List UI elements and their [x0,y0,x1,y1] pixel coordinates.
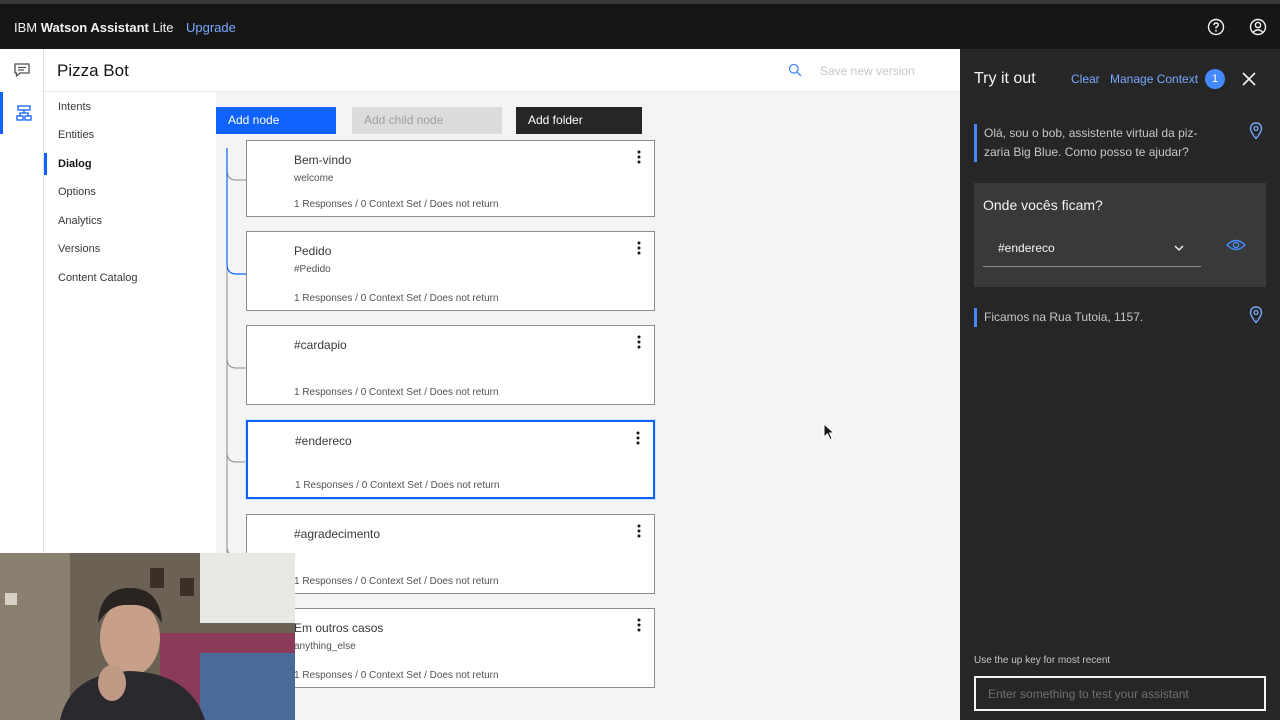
clear-button[interactable]: Clear [1071,72,1100,86]
try-it-out-panel: Try it out Clear Manage Context 1 Olá, s… [960,49,1280,720]
node-title: #cardapio [294,338,347,352]
node-summary: 1 Responses / 0 Context Set / Does not r… [294,387,499,398]
test-assistant-input[interactable] [974,676,1266,711]
page-title: Pizza Bot [57,61,129,80]
chat-icon [14,63,30,78]
close-icon[interactable] [1241,71,1257,87]
nav-item-options[interactable]: Options [44,181,216,203]
node-title: Bem-vindo [294,153,352,167]
dialog-node-pedido[interactable]: Pedido #Pedido 1 Responses / 0 Context S… [246,231,655,311]
nav-item-analytics[interactable]: Analytics [44,210,216,232]
intent-dropdown[interactable]: #endereco [983,234,1201,267]
node-summary: 1 Responses / 0 Context Set / Does not r… [295,480,500,491]
nav-item-intents[interactable]: Intents [44,96,216,118]
user-message: Onde vocês ficam? [983,197,1103,213]
mouse-cursor-icon [823,423,835,441]
node-condition: #Pedido [294,264,331,275]
webcam-overlay [0,553,295,720]
context-count-badge: 1 [1205,69,1225,89]
bot-message: Ficamos na Rua Tutoia, 1157. [974,308,1219,327]
input-hint: Use the up key for most recent [974,655,1111,666]
dialog-node-agradecimento[interactable]: #agradecimento 1 Responses / 0 Context S… [246,514,655,594]
node-condition: welcome [294,173,334,184]
overflow-menu-icon[interactable] [634,523,644,539]
node-summary: 1 Responses / 0 Context Set / Does not r… [294,199,499,210]
dialog-node-endereco[interactable]: #endereco 1 Responses / 0 Context Set / … [246,420,655,499]
webcam-image [0,553,295,720]
dialog-node-bem-vindo[interactable]: Bem-vindo welcome 1 Responses / 0 Contex… [246,140,655,217]
node-title: Pedido [294,244,332,258]
detected-intent: #endereco [998,241,1055,255]
dialog-node-em-outros-casos[interactable]: Em outros casos anything_else 1 Response… [246,608,655,688]
node-title: Em outros casos [294,621,384,635]
page-header: Pizza Bot Save new version [44,49,960,92]
overflow-menu-icon[interactable] [633,430,643,446]
overflow-menu-icon[interactable] [634,240,644,256]
add-child-node-button[interactable]: Add child node [352,107,502,134]
help-icon[interactable] [1207,18,1225,36]
node-summary: 1 Responses / 0 Context Set / Does not r… [294,293,499,304]
add-folder-button[interactable]: Add folder [516,107,642,134]
location-pin-icon[interactable] [1248,306,1264,324]
nav-item-entities[interactable]: Entities [44,124,216,146]
search-icon[interactable] [788,63,802,77]
node-title: #agradecimento [294,527,381,541]
top-bar: IBM Watson Assistant Lite Upgrade [0,0,1280,49]
nav-item-versions[interactable]: Versions [44,238,216,260]
rail-dialog-button[interactable] [0,92,44,134]
brand-plan: Lite [152,20,174,35]
node-summary: 1 Responses / 0 Context Set / Does not r… [294,576,499,587]
try-it-out-title: Try it out [974,70,1036,87]
user-profile-icon[interactable] [1249,18,1267,36]
overflow-menu-icon[interactable] [634,617,644,633]
nav-item-content-catalog[interactable]: Content Catalog [44,267,216,289]
dialog-node-cardapio[interactable]: #cardapio 1 Responses / 0 Context Set / … [246,325,655,405]
user-message-card: Onde vocês ficam? #endereco [974,183,1266,287]
product-name: IBM Watson Assistant Lite [14,20,173,35]
dialog-tree-icon [15,105,32,121]
node-title: #endereco [295,434,352,448]
manage-context-button[interactable]: Manage Context [1110,72,1198,86]
add-node-button[interactable]: Add node [216,107,336,134]
nav-item-dialog[interactable]: Dialog [44,153,216,175]
chevron-down-icon [1174,245,1184,251]
node-summary: 1 Responses / 0 Context Set / Does not r… [294,670,499,681]
brand-prefix: IBM [14,20,38,35]
location-pin-icon[interactable] [1248,122,1264,140]
node-condition: anything_else [294,641,356,652]
overflow-menu-icon[interactable] [634,149,644,165]
bot-message: Olá, sou o bob, assistente virtual da pi… [974,124,1219,162]
upgrade-link[interactable]: Upgrade [186,20,236,35]
brand-name: Watson Assistant [40,20,149,35]
overflow-menu-icon[interactable] [634,334,644,350]
save-new-version-button[interactable]: Save new version [820,64,915,78]
eye-icon[interactable] [1226,238,1246,252]
rail-chat-button[interactable] [0,49,44,91]
